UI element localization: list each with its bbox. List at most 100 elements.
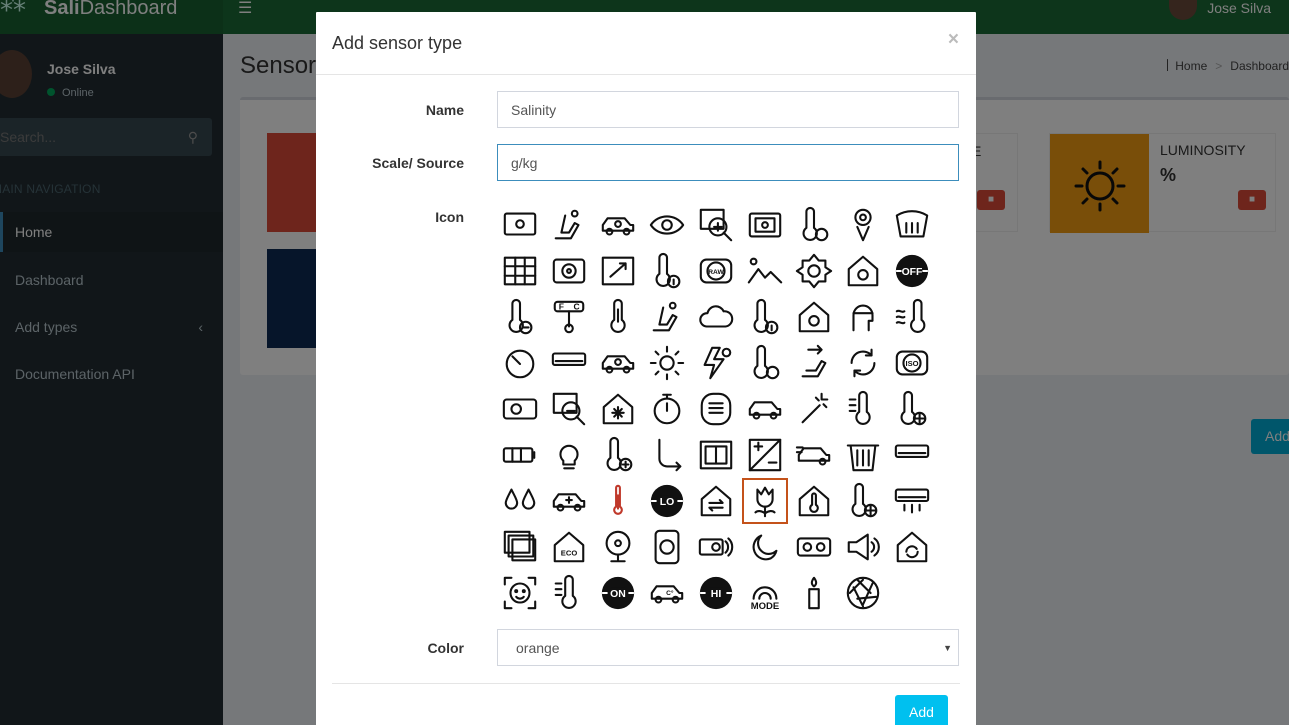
thermometer-info-icon[interactable] — [644, 248, 690, 294]
wall-ac-icon[interactable] — [889, 432, 935, 478]
heater-icon[interactable] — [497, 386, 543, 432]
projector-screen-icon[interactable] — [497, 202, 543, 248]
lo-button-icon[interactable]: LO — [644, 478, 690, 524]
landscape-icon[interactable] — [742, 248, 788, 294]
projector-sound-icon[interactable] — [693, 524, 739, 570]
seat-recline-icon[interactable] — [644, 294, 690, 340]
table-fan-icon[interactable] — [595, 524, 641, 570]
red-thermometer-icon[interactable] — [595, 478, 641, 524]
thermometer-snowflake-icon[interactable] — [840, 478, 886, 524]
refresh-icon[interactable] — [840, 340, 886, 386]
speaker-fan-icon[interactable] — [644, 524, 690, 570]
raw-format-icon[interactable]: RAW — [693, 248, 739, 294]
photo-stack-icon[interactable] — [497, 524, 543, 570]
car-seat-heater-icon-glyph — [554, 209, 580, 240]
person-pin-icon[interactable] — [840, 202, 886, 248]
car-game-icon[interactable] — [546, 478, 592, 524]
thermometer-scale-icon[interactable] — [546, 570, 592, 616]
air-conditioner-icon[interactable] — [546, 340, 592, 386]
on-button-icon[interactable]: ON — [595, 570, 641, 616]
aperture-icon[interactable] — [840, 570, 886, 616]
image-expand-icon[interactable] — [595, 248, 641, 294]
stopwatch-icon[interactable] — [644, 386, 690, 432]
mode-button-icon[interactable]: MODE — [742, 570, 788, 616]
light-bulb-icon[interactable] — [546, 432, 592, 478]
scale-source-field[interactable] — [497, 144, 959, 181]
home-snowflake-icon[interactable] — [595, 386, 641, 432]
exposure-icon[interactable] — [742, 432, 788, 478]
eco-home-icon[interactable]: ECO — [546, 524, 592, 570]
smart-home-fan-icon[interactable] — [840, 248, 886, 294]
car-seat-heater-icon[interactable] — [546, 202, 592, 248]
thermometer-fahrenheit-icon-glyph — [753, 298, 779, 335]
fan-panel-icon-glyph — [552, 258, 586, 284]
timer-icon[interactable] — [497, 340, 543, 386]
eye-scan-icon[interactable] — [644, 202, 690, 248]
name-field[interactable] — [497, 91, 959, 128]
cloud-icon[interactable] — [693, 294, 739, 340]
iso-button-icon[interactable]: ISO — [889, 340, 935, 386]
camera-frame-icon[interactable] — [742, 202, 788, 248]
trash-bin-icon[interactable] — [840, 432, 886, 478]
fan-panel-icon[interactable] — [546, 248, 592, 294]
car-wind-icon[interactable] — [791, 432, 837, 478]
candle-icon[interactable] — [791, 570, 837, 616]
smart-home-fan-icon-glyph — [847, 255, 879, 287]
hook-arrow-icon[interactable] — [644, 432, 690, 478]
thermometer-icon[interactable] — [595, 294, 641, 340]
heat-waves-thermometer-icon-glyph — [895, 298, 926, 333]
off-button-icon[interactable]: OFF — [889, 248, 935, 294]
home-thermometer-icon[interactable] — [791, 478, 837, 524]
thermometer-snow-icon[interactable] — [889, 386, 935, 432]
person-profile-icon[interactable] — [840, 294, 886, 340]
thermometer-thin-icon[interactable] — [840, 386, 886, 432]
windshield-defrost-icon-glyph — [895, 210, 929, 238]
night-cloud-icon[interactable] — [742, 524, 788, 570]
color-select[interactable]: orange ▼ — [497, 629, 959, 666]
thermometer-celsius-icon[interactable] — [791, 202, 837, 248]
windshield-defrost-icon[interactable] — [889, 202, 935, 248]
car-celsius-icon[interactable]: C° — [644, 570, 690, 616]
home-sun-icon[interactable] — [791, 294, 837, 340]
magic-wand-icon-glyph — [801, 392, 829, 424]
home-transfer-icon[interactable] — [693, 478, 739, 524]
car-fan-icon[interactable] — [595, 202, 641, 248]
thermometer-dual-scale-icon[interactable]: FC — [546, 294, 592, 340]
thermometer-plus-icon[interactable] — [595, 432, 641, 478]
zoom-minus-icon[interactable] — [546, 386, 592, 432]
ac-airflow-icon[interactable] — [889, 478, 935, 524]
thermometer-fahrenheit-alt-icon[interactable] — [742, 340, 788, 386]
thermometer-fahrenheit-icon[interactable] — [742, 294, 788, 340]
add-button[interactable]: Add — [895, 695, 948, 725]
face-scan-icon[interactable] — [497, 570, 543, 616]
map-grid-icon[interactable] — [497, 248, 543, 294]
sun-icon[interactable] — [644, 340, 690, 386]
thermometer-low-icon[interactable] — [497, 294, 543, 340]
red-thermometer-icon-glyph — [613, 484, 623, 515]
battery-icon[interactable] — [497, 432, 543, 478]
thermometer-celsius-icon-glyph — [802, 206, 829, 242]
sun-frame-icon[interactable] — [791, 248, 837, 294]
hook-arrow-icon-glyph — [658, 438, 682, 472]
home-refresh-icon[interactable] — [889, 524, 935, 570]
video-camera-icon[interactable] — [791, 524, 837, 570]
magic-wand-icon[interactable] — [791, 386, 837, 432]
water-drops-icon[interactable] — [497, 478, 543, 524]
radiator-icon[interactable] — [693, 386, 739, 432]
svg-text:HI: HI — [711, 589, 722, 600]
zoom-image-icon[interactable] — [693, 202, 739, 248]
hi-button-icon[interactable]: HI — [693, 570, 739, 616]
svg-text:C: C — [574, 301, 580, 311]
car-cycle-icon[interactable] — [595, 340, 641, 386]
close-icon[interactable]: × — [948, 29, 959, 51]
seat-forward-icon[interactable] — [791, 340, 837, 386]
heat-waves-thermometer-icon[interactable] — [889, 294, 935, 340]
car-icon[interactable] — [742, 386, 788, 432]
zoom-minus-icon-glyph — [552, 392, 586, 426]
loudspeaker-icon-glyph — [847, 533, 880, 561]
tulip-icon[interactable] — [742, 478, 788, 524]
loudspeaker-icon[interactable] — [840, 524, 886, 570]
svg-text:F: F — [559, 301, 564, 311]
window-heater-icon[interactable] — [693, 432, 739, 478]
power-lightning-icon[interactable] — [693, 340, 739, 386]
